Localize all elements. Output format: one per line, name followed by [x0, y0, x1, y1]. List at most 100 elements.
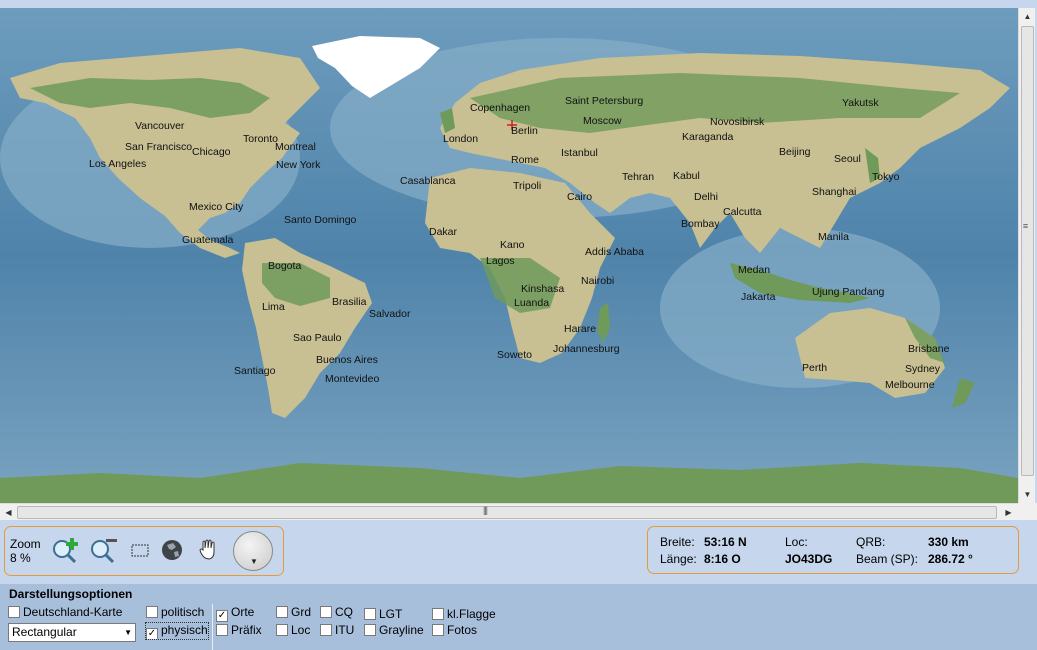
vertical-grip-icon: ≡	[1022, 221, 1029, 231]
city-label: New York	[276, 159, 321, 171]
checkbox-itu[interactable]: ITU	[320, 623, 354, 639]
vertical-scrollbar[interactable]: ▲ ≡ ▼	[1018, 8, 1035, 503]
horizontal-grip-icon: |||	[483, 505, 488, 515]
city-label: Guatemala	[182, 234, 234, 246]
checkbox-label: Präfix	[231, 623, 262, 637]
checkbox-deutschland-karte[interactable]: Deutschland-Karte	[8, 605, 122, 621]
scroll-down-icon[interactable]: ▼	[1019, 486, 1036, 503]
options-divider	[212, 604, 213, 650]
city-label: Kano	[500, 239, 525, 251]
city-label: Salvador	[369, 308, 411, 320]
checkbox-box[interactable]: ✓	[146, 628, 158, 639]
checkbox-label: ITU	[335, 623, 355, 637]
checkbox-label: LGT	[379, 607, 403, 621]
city-label: Saint Petersburg	[565, 95, 644, 107]
navigation-pad[interactable]: ▼	[233, 531, 273, 571]
checkbox-box[interactable]: ✓	[216, 610, 228, 622]
checkbox-praefix[interactable]: Präfix	[216, 623, 262, 639]
scroll-up-icon[interactable]: ▲	[1019, 8, 1036, 25]
city-label: Sydney	[905, 363, 941, 375]
checkbox-label: Loc	[291, 623, 311, 637]
city-label: Buenos Aires	[316, 354, 378, 366]
checkbox-box[interactable]	[432, 624, 444, 636]
checkbox-lgt[interactable]: LGT	[364, 607, 402, 623]
zoom-in-icon[interactable]	[51, 536, 79, 564]
checkbox-grd[interactable]: Grd	[276, 605, 311, 621]
city-label: Rome	[511, 154, 540, 166]
city-label: Chicago	[192, 146, 231, 158]
position-info-panel: Breite: 53:16 N Länge: 8:16 O Loc: JO43D…	[647, 526, 1019, 574]
loc-value: JO43DG	[785, 552, 833, 566]
checkbox-label: politisch	[161, 605, 205, 619]
map-viewport[interactable]: Vancouver San Francisco Chicago Los Angeles…	[0, 0, 1018, 503]
breite-label: Breite:	[660, 535, 695, 549]
hand-pan-icon[interactable]	[195, 536, 223, 564]
checkbox-kl-flagge[interactable]: kl.Flagge	[432, 607, 496, 623]
city-label: London	[443, 133, 479, 145]
checkbox-box[interactable]	[364, 608, 376, 620]
checkbox-label: Orte	[231, 605, 255, 619]
city-label: Montreal	[275, 141, 316, 153]
city-label: Ujung Pandang	[812, 286, 885, 298]
checkbox-politisch[interactable]: politisch	[146, 605, 208, 621]
scroll-left-icon[interactable]: ◀	[0, 504, 17, 521]
laenge-value: 8:16 O	[704, 552, 741, 566]
checkbox-label: Fotos	[447, 623, 478, 637]
select-rectangle-icon[interactable]	[127, 536, 155, 564]
checkbox-orte[interactable]: ✓ Orte	[216, 605, 255, 622]
world-map-app: Vancouver San Francisco Chicago Los Angeles…	[0, 0, 1037, 650]
city-label: Nairobi	[581, 275, 615, 287]
city-label: Luanda	[514, 297, 550, 309]
city-label: Cairo	[567, 191, 593, 203]
city-label: Copenhagen	[470, 102, 531, 114]
checkbox-box[interactable]	[320, 624, 332, 636]
city-label: Melbourne	[885, 379, 935, 391]
city-label: Perth	[802, 362, 828, 374]
zoom-out-icon[interactable]	[89, 536, 117, 564]
city-label: Santo Domingo	[284, 214, 357, 226]
checkbox-box[interactable]	[8, 606, 20, 618]
checkbox-label: Grd	[291, 605, 312, 619]
checkbox-box[interactable]	[276, 606, 288, 618]
checkbox-box[interactable]	[364, 624, 376, 636]
horizontal-scrollbar[interactable]: ◀ ||| ▶	[0, 503, 1018, 520]
nav-down-icon[interactable]: ▼	[250, 557, 258, 566]
city-label: Beijing	[779, 146, 811, 158]
checkbox-loc[interactable]: Loc	[276, 623, 310, 639]
checkbox-box[interactable]	[320, 606, 332, 618]
projection-select[interactable]: Rectangular ▼	[8, 623, 136, 642]
checkbox-physisch[interactable]: ✓ physisch	[145, 622, 209, 640]
city-label: Mexico City	[189, 201, 244, 213]
checkbox-label: Deutschland-Karte	[23, 605, 123, 619]
city-label: Bombay	[681, 218, 720, 230]
zoom-tools-panel: Zoom 8 % ▼	[4, 526, 284, 576]
loc-label: Loc:	[785, 535, 808, 549]
globe-icon[interactable]	[159, 536, 187, 564]
chevron-down-icon: ▼	[124, 628, 132, 637]
city-label: Delhi	[694, 191, 718, 203]
checkbox-box[interactable]	[432, 608, 444, 620]
qrb-value: 330 km	[928, 535, 969, 549]
checkbox-box[interactable]	[216, 624, 228, 636]
horizontal-scroll-thumb[interactable]	[17, 506, 997, 519]
checkbox-fotos[interactable]: Fotos	[432, 623, 477, 639]
city-label: Vancouver	[135, 120, 185, 132]
city-label: Seoul	[834, 153, 861, 165]
city-label: Tehran	[622, 171, 655, 183]
beam-value: 286.72 °	[928, 552, 973, 566]
city-label: Istanbul	[561, 147, 598, 159]
checkbox-grayline[interactable]: Grayline	[364, 623, 424, 639]
checkbox-label: physisch	[161, 623, 208, 637]
city-label: Soweto	[497, 349, 533, 361]
scroll-right-icon[interactable]: ▶	[1000, 504, 1017, 521]
zoom-value: 8 %	[10, 551, 31, 565]
breite-value: 53:16 N	[704, 535, 747, 549]
checkbox-box[interactable]	[146, 606, 158, 618]
checkbox-cq[interactable]: CQ	[320, 605, 353, 621]
vertical-scroll-thumb[interactable]	[1021, 26, 1034, 476]
laenge-label: Länge:	[660, 552, 697, 566]
city-label: Karaganda	[682, 131, 734, 143]
city-label: Berlin	[511, 125, 538, 137]
checkbox-box[interactable]	[276, 624, 288, 636]
city-label: Novosibirsk	[710, 116, 765, 128]
